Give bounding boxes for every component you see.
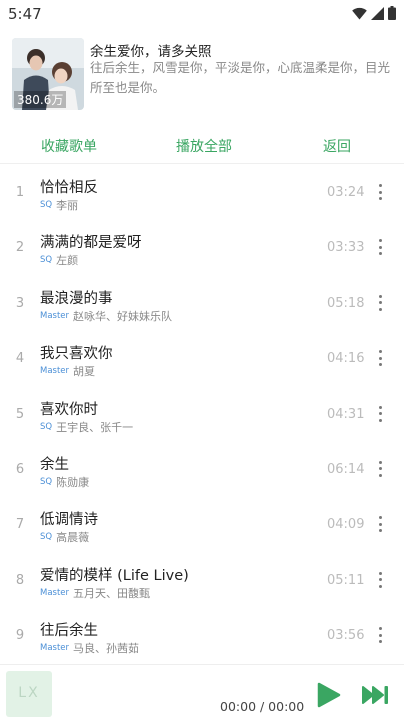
signal-icon — [371, 6, 384, 20]
quality-badge: SQ — [40, 532, 53, 543]
song-row[interactable]: 2 满满的都是爱呀 SQ 左颜 03:33 — [0, 220, 404, 275]
quality-badge: Master — [40, 587, 70, 598]
song-title: 喜欢你时 — [40, 401, 98, 418]
song-duration: 04:09 — [327, 517, 365, 533]
song-artist: 马良、孙茜茹 — [73, 642, 140, 656]
song-row[interactable]: 3 最浪漫的事 Master 赵咏华、好妹妹乐队 05:18 — [0, 276, 404, 331]
song-duration: 04:31 — [327, 406, 365, 422]
more-vertical-icon[interactable] — [374, 181, 386, 203]
song-title: 我只喜欢你 — [40, 346, 113, 363]
song-index: 9 — [15, 628, 25, 644]
quality-badge: SQ — [40, 200, 53, 210]
song-duration: 04:16 — [327, 351, 365, 367]
song-index: 2 — [15, 240, 25, 256]
song-list: 1 恰恰相反 SQ 李丽 03:24 2 满满的都是爱呀 SQ 左颜 03:33… — [0, 165, 404, 663]
play-count: 380.6万 — [14, 91, 67, 108]
song-title: 恰恰相反 — [40, 180, 98, 196]
song-artist: 高晨薇 — [56, 531, 90, 545]
song-artist: 胡夏 — [73, 365, 96, 379]
quality-badge: Master — [40, 366, 70, 377]
song-title: 余生 — [40, 456, 69, 473]
more-vertical-icon[interactable] — [374, 347, 386, 369]
playback-time: 00:00 / 00:00 — [220, 699, 305, 714]
song-meta: Master 赵咏华、好妹妹乐队 — [40, 308, 172, 324]
skip-next-icon[interactable] — [362, 685, 390, 705]
playlist-cover[interactable]: 380.6万 — [12, 38, 84, 110]
song-duration: 05:11 — [327, 572, 365, 588]
song-index: 5 — [15, 406, 25, 422]
song-row[interactable]: 6 余生 SQ 陈勋康 06:14 — [0, 442, 404, 497]
song-duration: 05:18 — [327, 295, 365, 311]
song-artist: 王宇良、张千一 — [56, 420, 134, 434]
song-artist: 陈勋康 — [56, 475, 90, 489]
song-meta: Master 胡夏 — [40, 363, 95, 379]
song-row[interactable]: 5 喜欢你时 SQ 王宇良、张千一 04:31 — [0, 387, 404, 442]
song-row[interactable]: 9 往后余生 Master 马良、孙茜茹 03:56 — [0, 608, 404, 663]
wifi-icon — [352, 7, 367, 20]
more-vertical-icon[interactable] — [374, 292, 386, 314]
quality-badge: SQ — [40, 255, 53, 266]
song-meta: Master 五月天、田馥甄 — [40, 585, 150, 601]
status-bar: 5:47 — [0, 0, 404, 28]
song-meta: Master 马良、孙茜茹 — [40, 640, 139, 656]
song-duration: 03:24 — [327, 185, 365, 200]
collect-playlist-button[interactable]: 收藏歌单 — [41, 136, 97, 156]
more-vertical-icon[interactable] — [374, 624, 386, 646]
now-playing-cover-text: LX — [18, 685, 40, 701]
action-bar: 收藏歌单 播放全部 返回 — [0, 128, 404, 164]
song-artist: 赵咏华、好妹妹乐队 — [73, 309, 173, 323]
now-playing-cover[interactable]: LX — [6, 671, 52, 717]
more-vertical-icon[interactable] — [374, 458, 386, 480]
song-title: 爱情的模样 (Life Live) — [40, 567, 189, 584]
song-index: 7 — [15, 517, 25, 533]
song-title: 最浪漫的事 — [40, 290, 113, 307]
song-artist: 五月天、田馥甄 — [73, 586, 151, 600]
player-bar: LX 00:00 / 00:00 — [0, 664, 404, 720]
song-meta: SQ 陈勋康 — [40, 474, 89, 490]
more-vertical-icon[interactable] — [374, 403, 386, 425]
song-duration: 03:56 — [327, 628, 365, 644]
song-index: 1 — [15, 185, 25, 200]
more-vertical-icon[interactable] — [374, 513, 386, 535]
song-title: 低调情诗 — [40, 512, 98, 529]
play-icon[interactable] — [317, 682, 341, 708]
quality-badge: Master — [40, 310, 70, 321]
more-vertical-icon[interactable] — [374, 236, 386, 258]
song-row[interactable]: 1 恰恰相反 SQ 李丽 03:24 — [0, 165, 404, 220]
song-duration: 06:14 — [327, 461, 365, 477]
status-icons — [352, 6, 396, 20]
more-vertical-icon[interactable] — [374, 569, 386, 591]
song-row[interactable]: 7 低调情诗 SQ 高晨薇 04:09 — [0, 497, 404, 552]
song-index: 8 — [15, 572, 25, 588]
song-row[interactable]: 4 我只喜欢你 Master 胡夏 04:16 — [0, 331, 404, 386]
playlist-title: 余生爱你，请多关照 — [90, 44, 212, 60]
song-artist: 李丽 — [56, 199, 79, 212]
battery-icon — [388, 6, 396, 20]
playlist-description: 往后余生，风雪是你，平淡是你，心底温柔是你，目光所至也是你。 — [90, 60, 391, 95]
song-meta: SQ 李丽 — [40, 197, 78, 213]
song-meta: SQ 高晨薇 — [40, 529, 89, 545]
song-row[interactable]: 8 爱情的模样 (Life Live) Master 五月天、田馥甄 05:11 — [0, 553, 404, 608]
play-all-button[interactable]: 播放全部 — [176, 136, 232, 156]
song-artist: 左颜 — [56, 254, 79, 268]
song-index: 6 — [15, 461, 25, 477]
quality-badge: SQ — [40, 421, 53, 432]
quality-badge: SQ — [40, 476, 53, 487]
song-index: 4 — [15, 351, 25, 367]
song-meta: SQ 王宇良、张千一 — [40, 419, 133, 435]
song-index: 3 — [15, 295, 25, 311]
song-meta: SQ 左颜 — [40, 252, 78, 268]
quality-badge: Master — [40, 643, 70, 654]
song-title: 往后余生 — [40, 623, 98, 640]
status-time: 5:47 — [8, 5, 42, 23]
playlist-header: 380.6万 余生爱你，请多关照 往后余生，风雪是你，平淡是你，心底温柔是你，目… — [0, 28, 404, 118]
song-title: 满满的都是爱呀 — [40, 235, 142, 252]
song-duration: 03:33 — [327, 240, 365, 256]
back-button[interactable]: 返回 — [323, 136, 351, 156]
